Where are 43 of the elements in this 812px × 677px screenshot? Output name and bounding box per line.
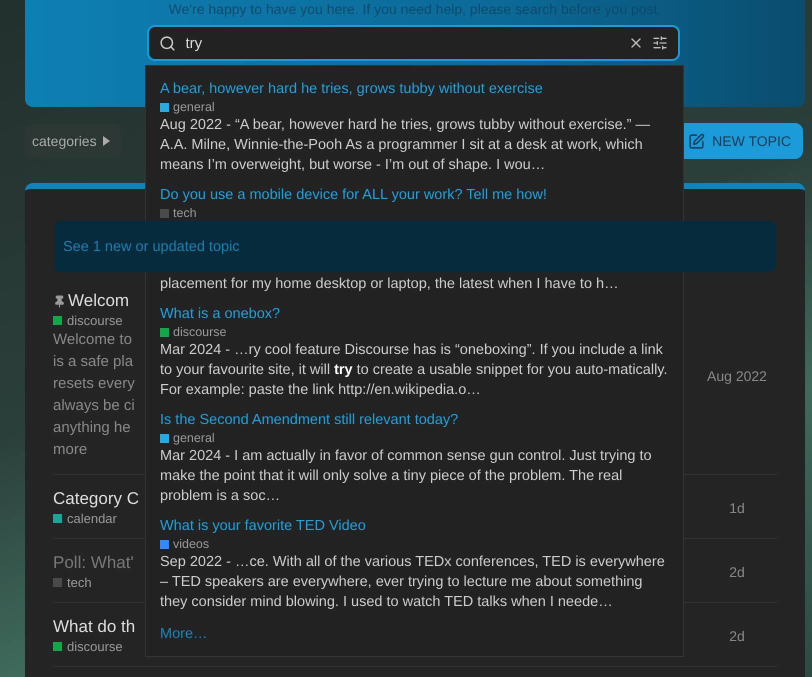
category-dropdown[interactable]: categories	[25, 124, 122, 158]
category-name: videos	[173, 536, 210, 552]
search-input[interactable]: try	[184, 34, 620, 52]
topic-title[interactable]: Category C	[53, 489, 139, 509]
excerpt-text: more	[53, 440, 88, 460]
excerpt-text: always be ci	[53, 396, 135, 416]
result-title[interactable]: Do you use a mobile device for ALL your work? Tell me how!	[160, 186, 669, 205]
excerpt-text: Welcome to	[53, 330, 133, 350]
result-title[interactable]: What is a onebox?	[160, 305, 669, 324]
result-excerpt: placement for my home desktop or laptop, the latest when I have to h…	[160, 275, 620, 294]
search-icon	[158, 34, 176, 52]
result-title[interactable]: What is your favorite TED Video	[160, 517, 669, 536]
caret-icon	[102, 136, 110, 146]
search-field[interactable]: try	[146, 25, 680, 61]
topic-title[interactable]: What do th	[53, 617, 136, 637]
result-excerpt: Mar 2024 - …ry cool feature Discourse has is “oneboxing”. If you include a link to your favourite site, it will try to create a usable snippet for you auto-matically. For example: paste the link http://en.wikipedia.o…	[160, 341, 668, 400]
category-name[interactable]: discourse	[67, 639, 123, 654]
category-name[interactable]: calendar	[67, 511, 117, 526]
category-name: general	[173, 99, 215, 115]
result-title[interactable]: Is the Second Amendment still relevant today?	[160, 411, 669, 430]
edit-icon	[688, 132, 706, 150]
excerpt-text: anything he	[53, 418, 132, 438]
category-name: discourse	[173, 324, 226, 340]
activity-time: 1d	[728, 500, 746, 516]
result-title[interactable]: A bear, however hard he tries, grows tubby without exercise	[160, 80, 669, 99]
activity-time: Aug 2022	[706, 368, 768, 384]
activity-time: 2d	[728, 628, 746, 644]
more-link[interactable]: More…	[160, 626, 669, 642]
activity-time: 2d	[728, 564, 746, 580]
result-excerpt: Mar 2024 - I am actually in favor of common sense gun control. Just trying to make the point that it will only solve a tiny piece of the problem. The real problem is a soc…	[160, 447, 653, 506]
category-name: tech	[173, 205, 197, 221]
category-name[interactable]: tech	[67, 575, 92, 590]
excerpt-text: resets every	[53, 374, 135, 394]
topic-title[interactable]: Poll: What'	[53, 553, 134, 573]
new-topics-banner[interactable]: See 1 new or updated topic	[54, 221, 776, 272]
result-excerpt: Sep 2022 - …ce. With all of the various TEDx conferences, TED is everywhere – TED speakers are everywhere, ever trying to lecture me about something they consider mind blowing. I used to watch TED talks when I neede…	[160, 553, 666, 612]
pin-icon	[53, 294, 66, 308]
filter-icon[interactable]	[652, 35, 668, 51]
excerpt-text: is a safe pla	[53, 352, 134, 372]
category-name: general	[173, 430, 215, 446]
category-name[interactable]: discourse	[67, 313, 123, 328]
result-excerpt: Aug 2022 - “A bear, however hard he tries, grows tubby without exercise.” — A.A. Milne, Winnie-the-Pooh As a programmer I sit at a desk at work, which means I’m overweight, but worse - I’m out of shape. I wou…	[160, 116, 652, 175]
topic-title[interactable]: Welcom	[68, 291, 130, 311]
